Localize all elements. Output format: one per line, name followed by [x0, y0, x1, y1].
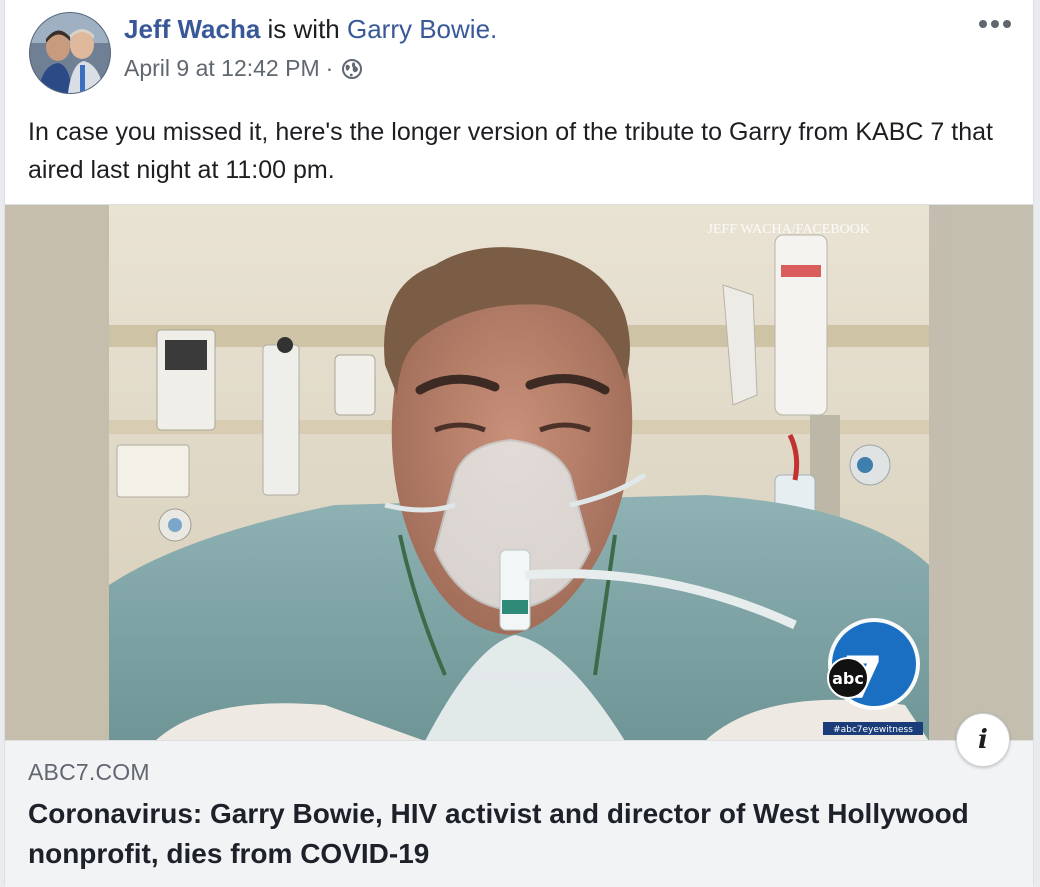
globe-icon[interactable] [341, 58, 363, 80]
meta-separator: · [325, 55, 334, 81]
tagged-suffix: . [490, 14, 498, 44]
abc7-hashtag: #abc7eyewitness [833, 725, 913, 735]
more-options-icon[interactable] [973, 10, 1017, 38]
link-preview-image[interactable]: JEFF WACHA/FACEBOOK 7 abc #abc7eyewitnes… [5, 204, 1033, 741]
timestamp-link[interactable]: April 9 at 12:42 PM [124, 55, 320, 82]
avatar-photo [30, 13, 110, 93]
link-domain: ABC7.COM [28, 759, 150, 785]
post-body-text: In case you missed it, here's the longer… [28, 118, 993, 184]
photo-watermark: JEFF WACHA/FACEBOOK [708, 222, 870, 237]
tagged-user-link[interactable]: Garry Bowie [347, 14, 490, 44]
abc-logo-text: abc [832, 669, 864, 688]
hospital-photo: JEFF WACHA/FACEBOOK 7 abc #abc7eyewitnes… [5, 205, 1033, 741]
post-header: Jeff Wacha is with Garry Bowie. [124, 14, 497, 45]
author-avatar[interactable] [29, 12, 111, 94]
author-name-link[interactable]: Jeff Wacha [124, 14, 260, 44]
with-text: is with [260, 14, 347, 44]
info-icon[interactable]: i [956, 713, 1010, 767]
post-meta: April 9 at 12:42 PM · [124, 55, 363, 82]
post-card: Jeff Wacha is with Garry Bowie. April 9 … [4, 0, 1034, 887]
link-title[interactable]: Coronavirus: Garry Bowie, HIV activist a… [28, 794, 988, 874]
link-preview-footer[interactable]: ABC7.COM Coronavirus: Garry Bowie, HIV a… [5, 740, 1033, 887]
